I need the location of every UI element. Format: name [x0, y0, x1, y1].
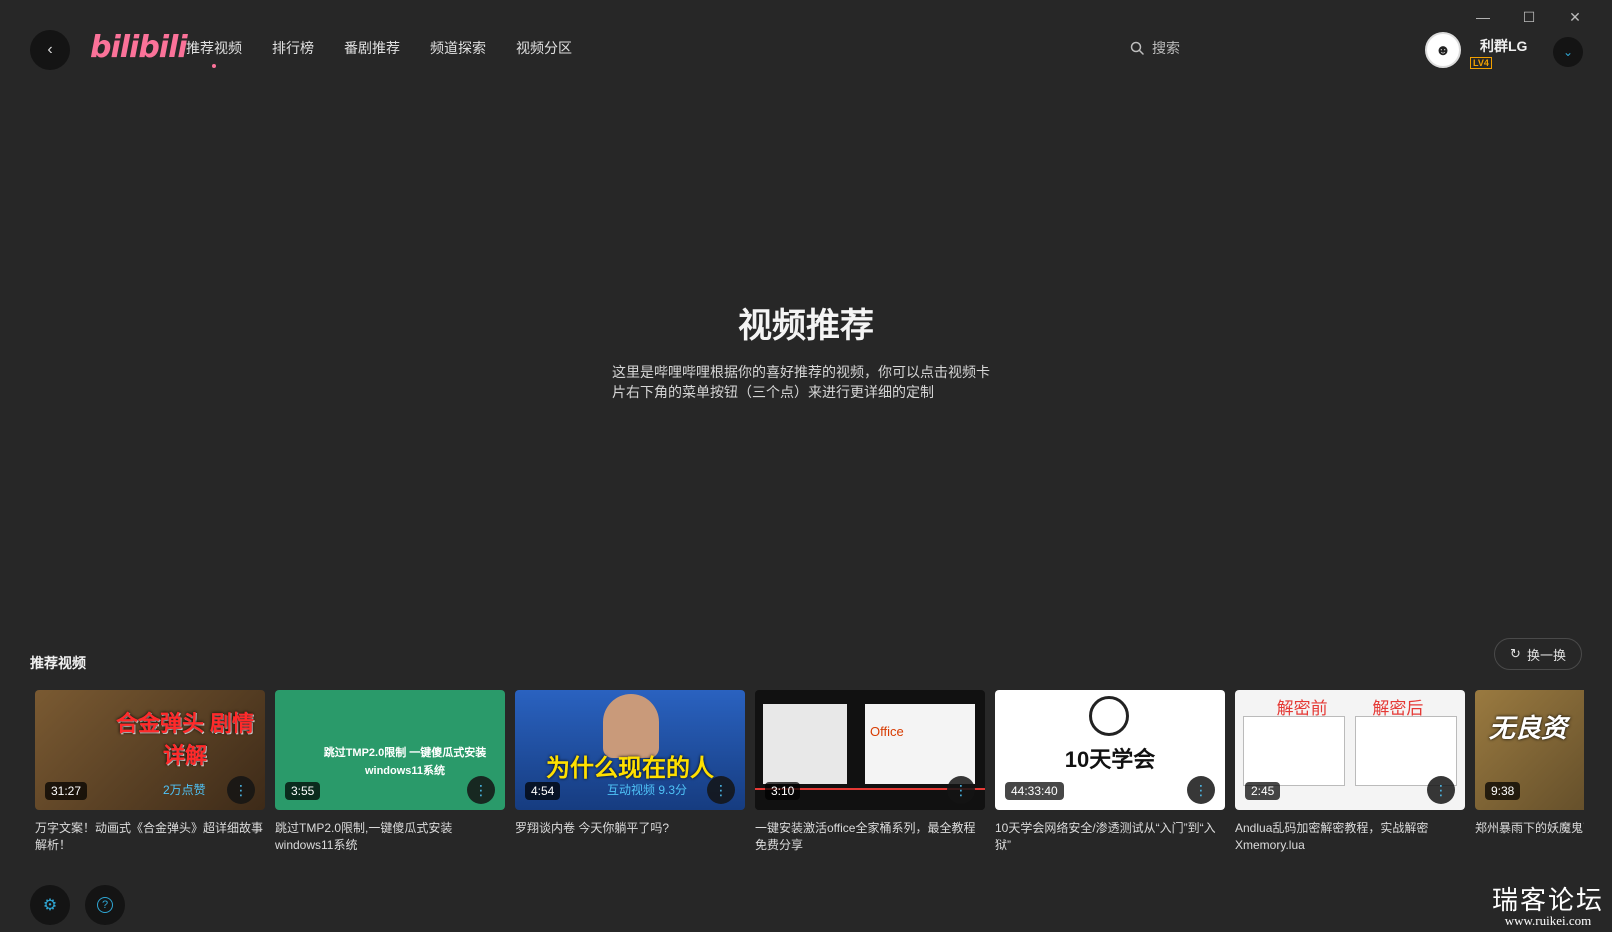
video-card[interactable]: 合金弹头 剧情详解 31:27 2万点赞 ⋮ 万字文案！动画式《合金弹头》超详细…	[35, 690, 265, 854]
refresh-button[interactable]: ↻ 换一换	[1494, 638, 1582, 670]
more-vertical-icon: ⋮	[1434, 781, 1448, 798]
screenshot-panel	[865, 704, 975, 784]
more-options-button[interactable]: ⋮	[467, 776, 495, 804]
video-card[interactable]: Office 3:10 ⋮ 一键安装激活office全家桶系列，最全教程免费分享	[755, 690, 985, 854]
more-vertical-icon: ⋮	[714, 781, 728, 798]
chevron-down-icon: ⌄	[1562, 45, 1574, 59]
settings-button[interactable]: ⚙	[30, 885, 70, 925]
user-menu-button[interactable]: ⌄	[1553, 37, 1583, 67]
more-options-button[interactable]: ⋮	[1187, 776, 1215, 804]
maximize-button[interactable]: ☐	[1506, 4, 1552, 30]
search-icon	[1130, 41, 1144, 55]
page-description: 这里是哔哩哔哩根据你的喜好推荐的视频，你可以点击视频卡片右下角的菜单按钮（三个点…	[612, 364, 990, 400]
back-button[interactable]: ‹	[30, 30, 70, 70]
username[interactable]: 利群LG	[1480, 36, 1527, 56]
video-thumbnail[interactable]: 解密前 解密后 2:45 ⋮	[1235, 690, 1465, 810]
thumbnail-caption: 无良资	[1489, 713, 1568, 743]
main-nav: 推荐视频 排行榜 番剧推荐 频道探索 视频分区	[186, 38, 572, 68]
video-card[interactable]: 10天学会 44:33:40 ⋮ 10天学会网络安全/渗透测试从“入门”到“入狱…	[995, 690, 1225, 854]
video-duration: 44:33:40	[1005, 782, 1064, 800]
gear-icon: ⚙	[42, 897, 58, 914]
more-vertical-icon: ⋮	[234, 781, 248, 798]
video-badge: 2万点赞	[163, 783, 206, 797]
help-button[interactable]: ?	[85, 885, 125, 925]
more-vertical-icon: ⋮	[954, 781, 968, 798]
more-options-button[interactable]: ⋮	[947, 776, 975, 804]
minimize-button[interactable]: —	[1460, 4, 1506, 30]
thumbnail-caption: 为什么现在的人	[546, 755, 714, 782]
video-card[interactable]: 无良资 9:38 郑州暴雨下的妖魔鬼营销！爽子姐卖惨求	[1475, 690, 1584, 854]
video-thumbnail[interactable]: 为什么现在的人 4:54 互动视频 9.3分 ⋮	[515, 690, 745, 810]
video-card[interactable]: 解密前 解密后 2:45 ⋮ Andlua乱码加密解密教程，实战解密Xmemor…	[1235, 690, 1465, 854]
thumbnail-caption: Office	[870, 724, 904, 739]
thumbnail-caption: 10天学会	[1064, 747, 1156, 772]
section-title: 推荐视频	[30, 655, 86, 671]
video-title[interactable]: 10天学会网络安全/渗透测试从“入门”到“入狱”	[995, 820, 1225, 854]
video-title[interactable]: 万字文案！动画式《合金弹头》超详细故事解析！	[35, 820, 265, 854]
window-controls: — ☐ ✕	[1460, 4, 1598, 30]
video-thumbnail[interactable]: 合金弹头 剧情详解 31:27 2万点赞 ⋮	[35, 690, 265, 810]
globe-shield-icon	[1089, 696, 1129, 736]
video-thumbnail[interactable]: Office 3:10 ⋮	[755, 690, 985, 810]
nav-channels[interactable]: 频道探索	[430, 38, 486, 58]
refresh-icon: ↻	[1510, 646, 1521, 661]
thumbnail-caption: 跳过TMP2.0限制 一键傻瓜式安装windows11系统	[323, 747, 487, 777]
video-duration: 9:38	[1485, 782, 1521, 800]
thumbnail-caption: 合金弹头 剧情详解	[115, 711, 255, 768]
video-card[interactable]: 为什么现在的人 4:54 互动视频 9.3分 ⋮ 罗翔谈内卷 今天你躺平了吗?	[515, 690, 745, 854]
watermark-text: 瑞客论坛	[1491, 886, 1604, 915]
refresh-label: 换一换	[1526, 647, 1566, 663]
video-badge: 互动视频 9.3分	[607, 783, 688, 797]
bilibili-logo[interactable]: bilibili	[90, 30, 188, 65]
level-badge: LV4	[1470, 57, 1492, 69]
video-duration: 3:55	[285, 782, 321, 800]
video-thumbnail[interactable]: 无良资 9:38	[1475, 690, 1584, 810]
watermark: 瑞客论坛 www.ruikei.com	[1492, 880, 1604, 929]
video-card[interactable]: 跳过TMP2.0限制 一键傻瓜式安装windows11系统 3:55 ⋮ 跳过T…	[275, 690, 505, 854]
more-options-button[interactable]: ⋮	[1427, 776, 1455, 804]
video-title[interactable]: 郑州暴雨下的妖魔鬼营销！爽子姐卖惨求	[1475, 820, 1584, 854]
video-thumbnail[interactable]: 跳过TMP2.0限制 一键傻瓜式安装windows11系统 3:55 ⋮	[275, 690, 505, 810]
nav-recommended[interactable]: 推荐视频	[186, 38, 242, 68]
close-button[interactable]: ✕	[1552, 4, 1598, 30]
nav-ranking[interactable]: 排行榜	[272, 38, 314, 58]
more-options-button[interactable]: ⋮	[227, 776, 255, 804]
avatar-face-icon: ☻	[1435, 41, 1451, 59]
video-card-list: 合金弹头 剧情详解 31:27 2万点赞 ⋮ 万字文案！动画式《合金弹头》超详细…	[35, 690, 1584, 860]
nav-categories[interactable]: 视频分区	[516, 38, 572, 58]
chevron-left-icon: ‹	[47, 41, 53, 58]
search-box	[1130, 40, 1332, 56]
screenshot-panel	[763, 704, 847, 784]
help-icon: ?	[97, 897, 113, 913]
code-panel	[1243, 716, 1345, 786]
video-duration: 31:27	[45, 782, 88, 800]
video-title[interactable]: Andlua乱码加密解密教程，实战解密Xmemory.lua	[1235, 820, 1465, 854]
video-duration: 4:54	[525, 782, 561, 800]
more-options-button[interactable]: ⋮	[707, 776, 735, 804]
video-thumbnail[interactable]: 10天学会 44:33:40 ⋮	[995, 690, 1225, 810]
search-input[interactable]	[1152, 40, 1332, 56]
nav-anime[interactable]: 番剧推荐	[344, 38, 400, 58]
watermark-url: www.ruikei.com	[1504, 913, 1592, 928]
video-duration: 2:45	[1245, 782, 1281, 800]
video-title[interactable]: 一键安装激活office全家桶系列，最全教程免费分享	[755, 820, 985, 854]
video-title[interactable]: 罗翔谈内卷 今天你躺平了吗?	[515, 820, 745, 854]
more-vertical-icon: ⋮	[474, 781, 488, 798]
more-vertical-icon: ⋮	[1194, 781, 1208, 798]
video-title[interactable]: 跳过TMP2.0限制,一键傻瓜式安装windows11系统	[275, 820, 505, 854]
video-duration: 3:10	[765, 782, 801, 800]
page-title: 视频推荐	[738, 307, 874, 345]
avatar[interactable]: ☻	[1425, 32, 1461, 68]
